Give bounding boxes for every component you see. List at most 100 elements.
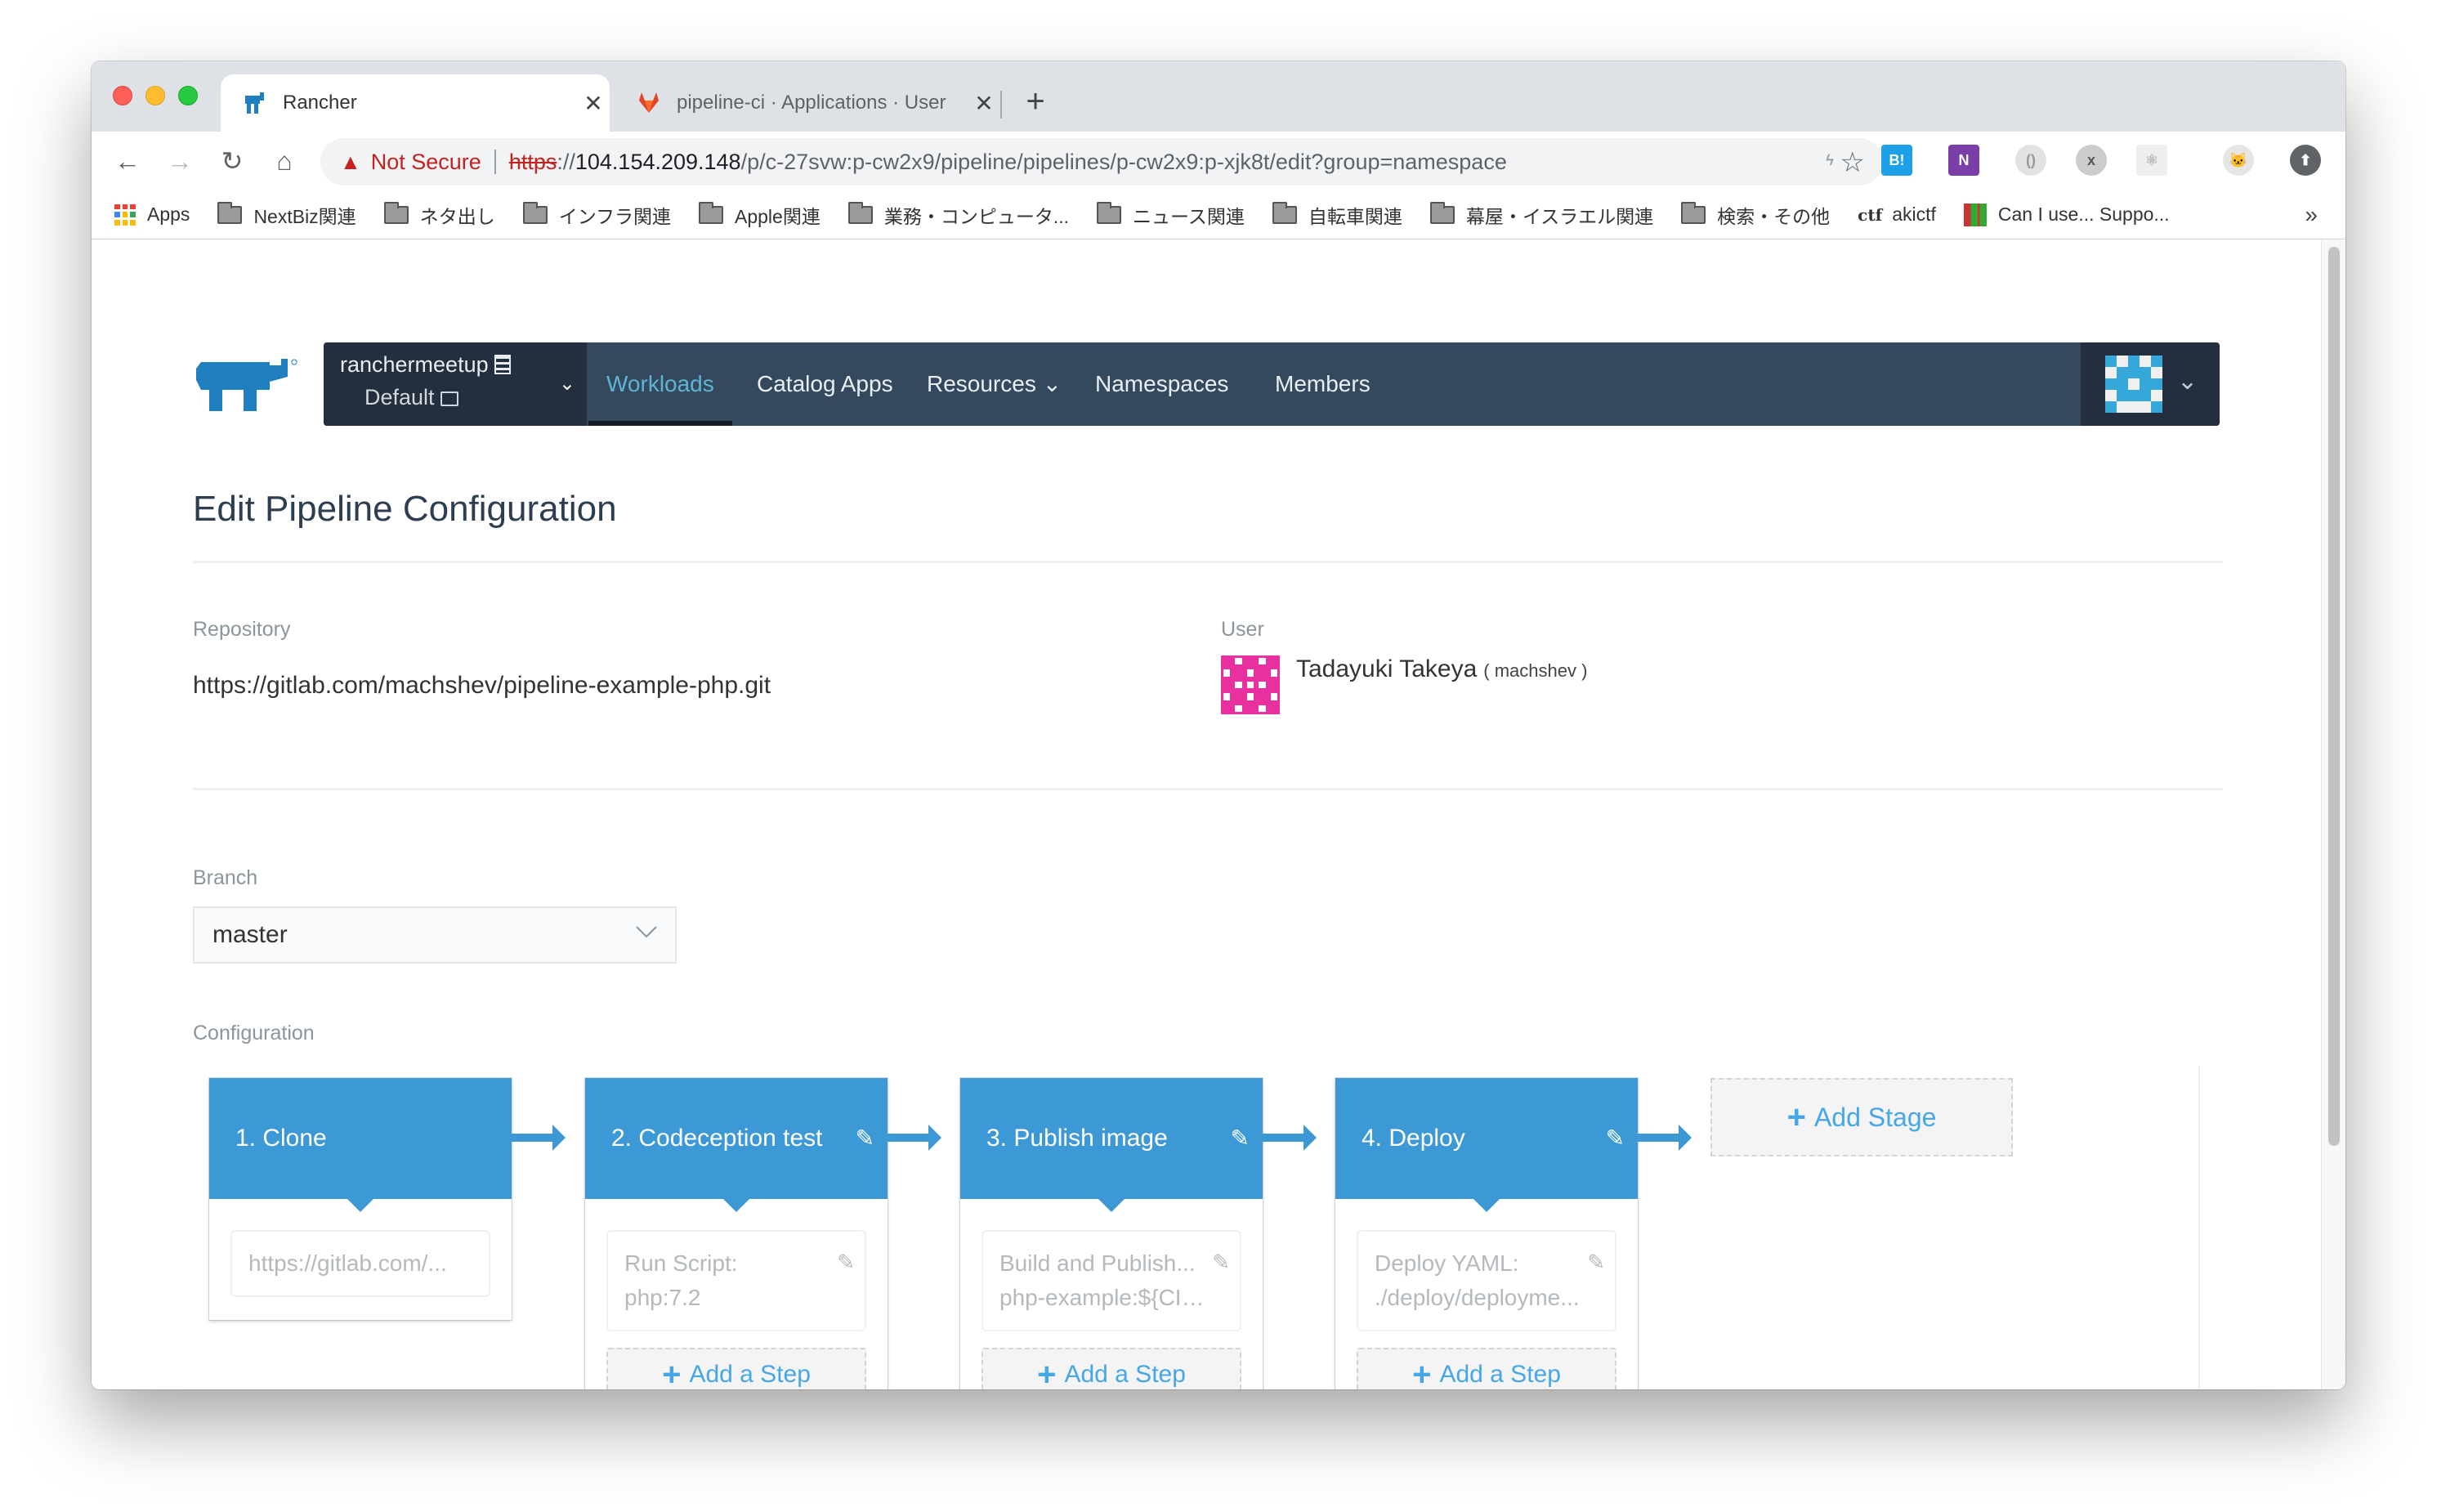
pipeline-stages: 1. Clone https://gitlab.com/... 2. Codecep… bbox=[193, 1066, 2200, 1389]
home-button[interactable]: ⌂ bbox=[266, 143, 302, 179]
bookmark-item[interactable]: Apps bbox=[114, 204, 190, 226]
json-viewer-extension-icon[interactable]: () bbox=[2015, 145, 2046, 176]
bookmark-item[interactable]: NextBiz関連 bbox=[217, 201, 356, 229]
bookmark-label: インフラ関連 bbox=[558, 205, 671, 227]
browser-window: Rancher ✕ pipeline-ci · Applications · U… bbox=[92, 61, 2345, 1389]
back-button[interactable]: ← bbox=[110, 143, 145, 179]
forward-button[interactable]: → bbox=[162, 143, 198, 179]
tab-close-icon[interactable]: ✕ bbox=[968, 90, 1000, 117]
bookmarks-overflow-button[interactable]: » bbox=[2305, 202, 2318, 228]
stage-header[interactable]: 3. Publish image ✎ bbox=[960, 1078, 1263, 1212]
profile-avatar-icon[interactable]: 🐱 bbox=[2223, 145, 2254, 176]
pencil-icon[interactable]: ✎ bbox=[1606, 1078, 1625, 1199]
configuration-label: Configuration bbox=[193, 1022, 315, 1045]
hatena-bookmark-extension-icon[interactable]: B! bbox=[1881, 145, 1912, 176]
add-stage-label: Add Stage bbox=[1813, 1102, 1937, 1132]
maximize-window-button[interactable] bbox=[178, 86, 198, 105]
nav-resources[interactable]: Resources ⌄ bbox=[927, 342, 1062, 426]
cluster-project-switcher[interactable]: ranchermeetup Default ⌄ bbox=[324, 342, 587, 426]
address-bar[interactable]: ▲ Not Secure https://104.154.209.148/p/c… bbox=[320, 138, 1883, 186]
branch-select[interactable]: master bbox=[193, 906, 677, 964]
avatar-cell bbox=[1247, 705, 1254, 712]
pencil-icon[interactable]: ✎ bbox=[1212, 1245, 1230, 1279]
bookmark-item[interactable]: 幕屋・イスラエル関連 bbox=[1429, 201, 1653, 229]
bookmark-item[interactable]: ネタ出し bbox=[383, 201, 495, 229]
pipeline-step[interactable]: https://gitlab.com/... bbox=[230, 1230, 490, 1297]
onenote-extension-icon[interactable]: N bbox=[1948, 145, 1979, 176]
bookmark-item[interactable]: インフラ関連 bbox=[522, 201, 671, 229]
tab-rancher[interactable]: Rancher ✕ bbox=[221, 74, 610, 132]
folder-icon bbox=[217, 201, 243, 224]
url-scheme-separator: :// bbox=[557, 149, 575, 174]
nav-workloads[interactable]: Workloads bbox=[588, 342, 732, 426]
pipeline-step[interactable]: Run Script: php:7.2 ✎ bbox=[606, 1230, 866, 1331]
close-window-button[interactable] bbox=[113, 86, 132, 105]
bookmark-item[interactable]: Apple関連 bbox=[699, 201, 821, 229]
bookmark-item[interactable]: 業務・コンピュータ... bbox=[847, 201, 1069, 229]
pencil-icon[interactable]: ✎ bbox=[1587, 1245, 1605, 1279]
tab-strip: Rancher ✕ pipeline-ci · Applications · U… bbox=[92, 61, 2345, 132]
nav-members[interactable]: Members bbox=[1275, 342, 1371, 426]
user-menu[interactable]: ⌄ bbox=[2081, 342, 2220, 426]
bookmark-item[interactable]: ctf akictf bbox=[1858, 204, 1936, 226]
pipeline-step[interactable]: Build and Publish... php-example:${CIC...… bbox=[982, 1230, 1241, 1331]
stage-header[interactable]: 2. Codeception test ✎ bbox=[585, 1078, 888, 1212]
bolt-extension-icon[interactable]: ϟ bbox=[1814, 145, 1845, 176]
pencil-icon[interactable]: ✎ bbox=[856, 1078, 874, 1199]
avatar-cell bbox=[1223, 682, 1230, 688]
add-step-button[interactable]: + Add a Step bbox=[1357, 1348, 1616, 1389]
minimize-window-button[interactable] bbox=[145, 86, 165, 105]
bookmark-item[interactable]: ニュース関連 bbox=[1097, 201, 1245, 229]
x-extension-icon[interactable]: x bbox=[2076, 145, 2107, 176]
cluster-name: ranchermeetup bbox=[340, 352, 512, 378]
bookmark-item[interactable]: 検索・その他 bbox=[1681, 201, 1830, 229]
reload-button[interactable]: ↻ bbox=[214, 143, 250, 179]
tab-gitlab[interactable]: pipeline-ci · Applications · User ✕ bbox=[616, 74, 1000, 132]
stage-body: Build and Publish... php-example:${CIC...… bbox=[960, 1199, 1263, 1389]
page-scrollbar[interactable] bbox=[2321, 240, 2345, 1389]
project-name: Default bbox=[364, 385, 459, 410]
identicon-cell bbox=[2128, 401, 2140, 413]
identicon-cell bbox=[2140, 367, 2151, 378]
avatar-cell bbox=[1259, 681, 1266, 689]
nav-catalog-apps[interactable]: Catalog Apps bbox=[757, 342, 893, 426]
pipeline-step[interactable]: Deploy YAML: ./deploy/deployme... ✎ bbox=[1357, 1230, 1616, 1331]
avatar-cell bbox=[1223, 669, 1231, 677]
update-extension-icon[interactable]: ⬆ bbox=[2290, 145, 2321, 176]
gitlab-favicon-icon bbox=[637, 91, 660, 115]
stage-header[interactable]: 4. Deploy ✎ bbox=[1335, 1078, 1638, 1212]
browser-toolbar: ← → ↻ ⌂ ▲ Not Secure https://104.154.209… bbox=[92, 132, 2345, 190]
avatar-cell bbox=[1246, 693, 1254, 700]
bookmark-label: ネタ出し bbox=[419, 205, 495, 227]
avatar-cell bbox=[1259, 705, 1266, 712]
identicon-cell bbox=[2105, 367, 2117, 378]
rancher-logo-icon[interactable] bbox=[190, 357, 304, 414]
bookmark-item[interactable]: 自転車関連 bbox=[1272, 201, 1402, 229]
user-name: Tadayuki Takeya( machshev ) bbox=[1296, 655, 1588, 682]
stage-header[interactable]: 1. Clone bbox=[209, 1078, 512, 1212]
avatar-cell bbox=[1223, 693, 1231, 700]
security-indicator[interactable]: Not Secure bbox=[371, 150, 481, 175]
stage-connector-arrow bbox=[1638, 1125, 1692, 1151]
address-separator bbox=[494, 150, 496, 174]
stage-title: 4. Deploy bbox=[1362, 1125, 1465, 1152]
apps-grid-icon bbox=[114, 204, 136, 226]
step-text: Build and Publish... bbox=[999, 1250, 1196, 1276]
stage-connector-arrow bbox=[512, 1125, 566, 1151]
nav-namespaces[interactable]: Namespaces bbox=[1095, 342, 1228, 426]
pencil-icon[interactable]: ✎ bbox=[1231, 1078, 1250, 1199]
scrollbar-thumb[interactable] bbox=[2328, 247, 2340, 1146]
caniuse-icon bbox=[1963, 203, 1987, 226]
bookmark-label: akictf bbox=[1892, 204, 1936, 225]
bookmark-item[interactable]: Can I use... Suppo... bbox=[1963, 203, 2170, 226]
tab-separator bbox=[1000, 91, 1002, 119]
add-step-button[interactable]: + Add a Step bbox=[982, 1348, 1241, 1389]
bookmarks-bar: Apps NextBiz関連 ネタ出し インフラ関連 Apple関連 業務・コンピュータ.… bbox=[92, 190, 2345, 239]
pencil-icon[interactable]: ✎ bbox=[837, 1245, 855, 1279]
url-scheme: https bbox=[508, 149, 557, 174]
tab-close-icon[interactable]: ✕ bbox=[577, 90, 610, 117]
new-tab-button[interactable]: + bbox=[1015, 81, 1056, 122]
add-stage-button[interactable]: + Add Stage bbox=[1710, 1078, 2013, 1156]
add-step-button[interactable]: + Add a Step bbox=[606, 1348, 866, 1389]
react-devtools-extension-icon[interactable]: ⚛ bbox=[2136, 145, 2167, 176]
